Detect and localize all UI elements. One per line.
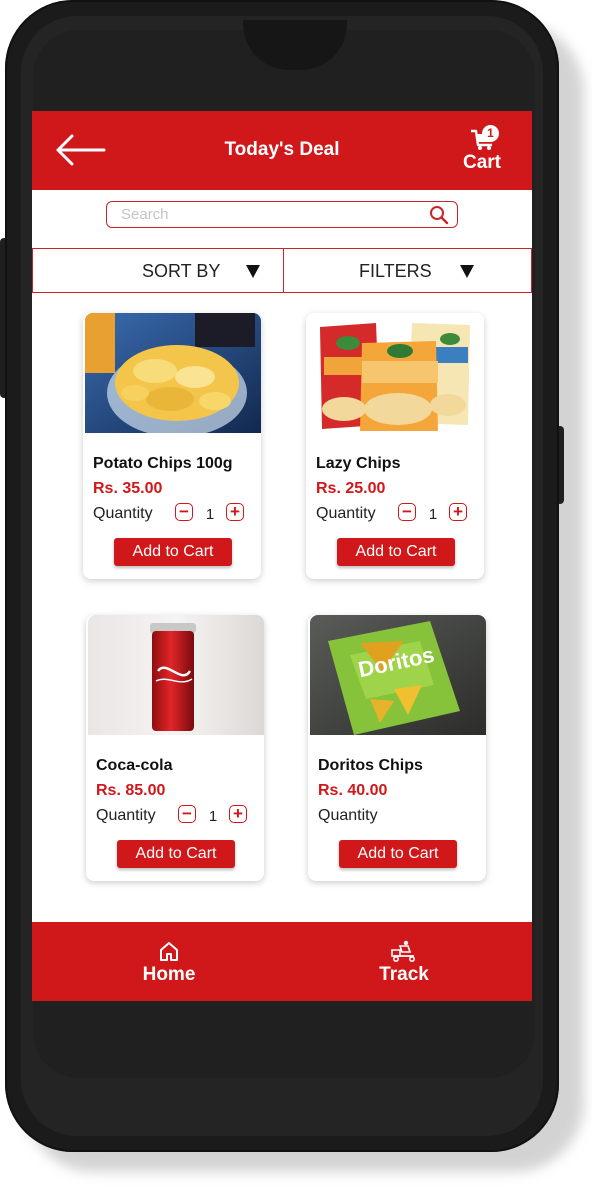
quantity-value: 1 [428, 506, 438, 523]
product-name: Lazy Chips [316, 455, 401, 472]
product-price: Rs. 85.00 [96, 782, 166, 799]
add-to-cart-button[interactable]: Add to Cart [337, 538, 455, 566]
app-header: Today's Deal 1 Cart [32, 111, 532, 190]
search-input[interactable] [121, 205, 411, 224]
sort-by-button[interactable]: SORT BY [33, 249, 284, 292]
add-to-cart-button[interactable]: Add to Cart [114, 538, 232, 566]
product-name: Doritos Chips [318, 757, 423, 774]
cart-label: Cart [463, 152, 502, 173]
product-card: Lazy Chips Rs. 25.00 Quantity − 1 + Add … [306, 313, 484, 579]
cart-button[interactable]: 1 Cart [460, 125, 506, 175]
quantity-increase-button[interactable]: + [229, 805, 247, 823]
quantity-value: 1 [205, 506, 215, 523]
bottom-navigation: Home Track [32, 922, 532, 1001]
search-bar [106, 201, 458, 228]
quantity-decrease-button[interactable]: − [178, 805, 196, 823]
quantity-label: Quantity [96, 807, 156, 824]
product-image-coca-cola[interactable] [88, 615, 264, 735]
add-to-cart-button[interactable]: Add to Cart [117, 840, 235, 868]
sort-by-label: SORT BY [142, 261, 221, 281]
dropdown-arrow-icon [460, 265, 474, 278]
quantity-increase-button[interactable]: + [226, 503, 244, 521]
product-image-potato-chips[interactable] [85, 313, 261, 433]
filters-button[interactable]: FILTERS [284, 249, 531, 292]
product-price: Rs. 40.00 [318, 782, 388, 799]
product-price: Rs. 35.00 [93, 480, 163, 497]
nav-home-button[interactable]: Home [109, 930, 229, 994]
product-name: Potato Chips 100g [93, 455, 233, 472]
nav-track-button[interactable]: Track [344, 930, 464, 994]
product-card: Doritos Doritos Chips Rs. 40.00 Quantity… [308, 615, 486, 881]
product-name: Coca-cola [96, 757, 173, 774]
quantity-label: Quantity [316, 505, 376, 522]
product-image-doritos-chips[interactable]: Doritos [310, 615, 486, 735]
dropdown-arrow-icon [246, 265, 260, 278]
nav-home-label: Home [142, 964, 196, 985]
quantity-decrease-button[interactable]: − [398, 503, 416, 521]
add-to-cart-button[interactable]: Add to Cart [339, 840, 457, 868]
search-icon[interactable] [429, 205, 449, 225]
home-icon [160, 942, 178, 961]
delivery-icon [391, 940, 415, 962]
page-title: Today's Deal [224, 139, 340, 160]
product-image-lazy-chips[interactable] [308, 313, 484, 433]
nav-track-label: Track [379, 964, 429, 985]
product-price: Rs. 25.00 [316, 480, 386, 497]
sort-filter-bar: SORT BY FILTERS [32, 248, 532, 293]
product-card: Coca-cola Rs. 85.00 Quantity − 1 + Add t… [86, 615, 264, 881]
quantity-increase-button[interactable]: + [449, 503, 467, 521]
quantity-decrease-button[interactable]: − [175, 503, 193, 521]
app-screen: Today's Deal 1 Cart SORT BY FILTERS [32, 111, 532, 1001]
quantity-label: Quantity [93, 505, 153, 522]
filters-label: FILTERS [359, 261, 432, 281]
quantity-value: 1 [208, 808, 218, 825]
cart-count-badge: 1 [482, 125, 499, 142]
quantity-label: Quantity [318, 807, 378, 824]
product-card: Potato Chips 100g Rs. 35.00 Quantity − 1… [83, 313, 261, 579]
